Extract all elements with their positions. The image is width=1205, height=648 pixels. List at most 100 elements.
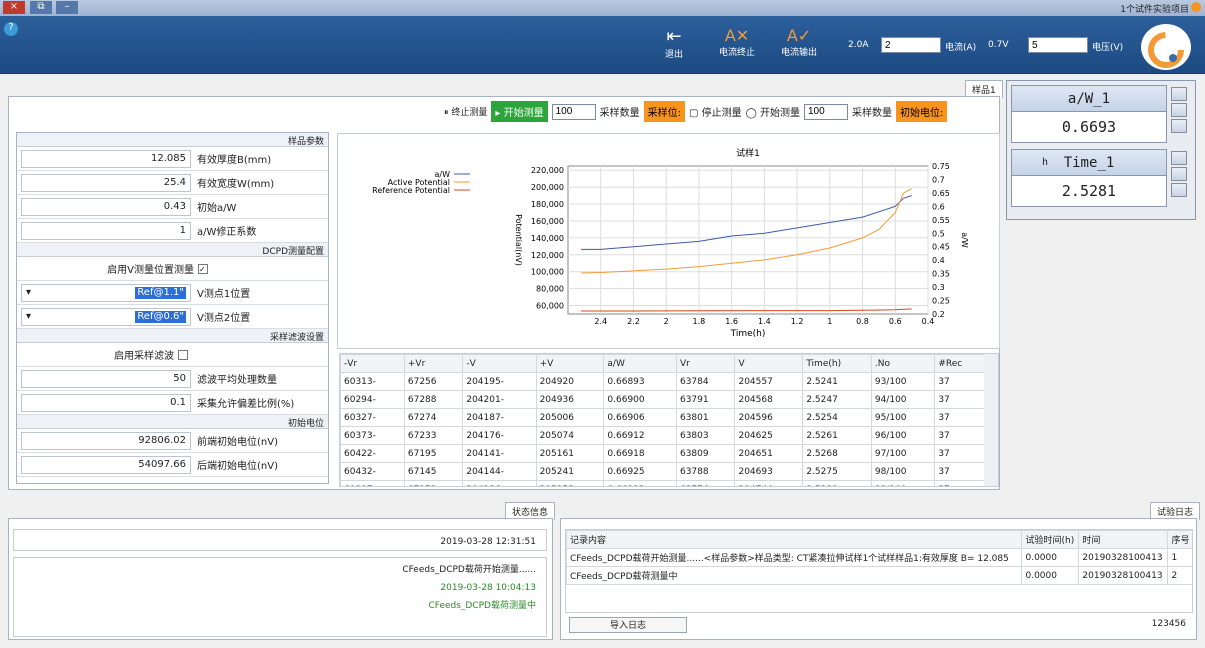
plot-area (567, 165, 929, 315)
avg-value[interactable]: 50 (21, 369, 191, 388)
exit-label: 退出 (664, 50, 683, 60)
y-tick-label: 120,000 (531, 251, 564, 260)
table-cell: 63774 (675, 480, 736, 486)
table-cell: 93/100 (870, 372, 936, 391)
log-column-header[interactable]: 记录内容 (566, 530, 1023, 549)
output-current-button[interactable]: A✓ 电流输出 (777, 26, 821, 58)
table-row[interactable]: 37 97/100 2.5268 204651 63809 0.66918 205161 -2… (340, 444, 986, 463)
log-column-header[interactable]: 试验时间(h) (1021, 530, 1080, 549)
column-header[interactable]: Time(h) (802, 354, 872, 373)
exit-icon: ⇤ (666, 26, 682, 47)
voltage-max: 0.7V (988, 40, 1009, 50)
table-cell: 63803 (675, 426, 736, 445)
table-row[interactable]: 37 95/100 2.5254 204596 63801 0.66906 205006 -2… (340, 408, 986, 427)
export-log-button[interactable]: 导入日志 (569, 617, 687, 633)
start-measure-button[interactable]: ▸ 开始测量 (491, 101, 548, 122)
column-header[interactable]: Vr (675, 354, 736, 373)
back-value[interactable]: 54097.66 (21, 455, 191, 474)
use-pos-checkbox[interactable]: ✓ (198, 263, 208, 274)
filter-checkbox[interactable] (178, 349, 188, 360)
count-input-2[interactable] (803, 103, 848, 120)
card-time-title: Time_1 h (1012, 150, 1166, 176)
status-log: CFeeds_DCPD载荷开始测量...... 2019-03-28 10:04… (13, 557, 547, 637)
y-tick-label: 220,000 (531, 166, 564, 175)
v2-value: Ref@0.6" (135, 310, 186, 323)
close-button[interactable]: × (3, 1, 25, 14)
stop-measure-button[interactable]: ⏸ 终止测量 (444, 105, 487, 118)
v1-select[interactable]: ▾ Ref@1.1" (21, 283, 191, 302)
y-tick-label: 60,000 (536, 302, 564, 311)
section-initpos: 初始电位 (17, 415, 328, 429)
column-header[interactable]: V+ (535, 354, 605, 373)
initial-pos-button[interactable]: 初始电位: (895, 101, 948, 122)
y-tick-label: 200,000 (531, 183, 564, 192)
table-row[interactable]: 3799/1002.5281204744637740.66932205253-2… (340, 480, 986, 486)
table-cell: 204596 (734, 408, 804, 427)
table-cell: 94/100 (870, 390, 936, 409)
menu-icon[interactable] (1171, 103, 1187, 117)
card-aw-tools (1171, 85, 1187, 135)
sample-pos-button[interactable]: 采样位: (643, 101, 685, 122)
params-panel: 样品参数 12.085 有效厚度B(mm) 25.4 有效宽度W(mm) 0.43 初… (16, 132, 329, 484)
column-header[interactable]: No. (870, 354, 936, 373)
voltage-label: 电压(V) (1092, 43, 1124, 53)
log-column-header[interactable]: 时间 (1078, 530, 1169, 549)
thickness-value[interactable]: 12.085 (21, 149, 191, 168)
log-column-header[interactable]: 序号 (1167, 530, 1192, 549)
y-right-tick-label: 0.5 (932, 229, 945, 238)
v2-select[interactable]: ▾ Ref@0.6" (21, 307, 191, 326)
width-value[interactable]: 25.4 (21, 173, 191, 192)
zoom-icon[interactable] (1171, 183, 1187, 197)
zoom-icon[interactable] (1171, 119, 1187, 133)
exit-button[interactable]: ⇤ 退出 (654, 26, 694, 60)
deviation-value[interactable]: 0.1 (21, 393, 191, 412)
help-icon[interactable]: ? (4, 22, 18, 36)
aw-factor-value[interactable]: 1 (21, 221, 191, 240)
table-row[interactable]: 37 94/100 2.5247 204568 63791 0.66900 204936 -2… (340, 390, 986, 409)
table-cell: 204568 (734, 390, 804, 409)
front-value[interactable]: 92806.02 (21, 431, 191, 450)
column-header[interactable]: V (734, 354, 804, 373)
table-row[interactable]: 37 96/100 2.5261 204625 63803 0.66912 205074 -2… (340, 426, 986, 445)
table-cell: 63809 (675, 444, 736, 463)
table-cell: -204201 (462, 390, 537, 409)
ribbon: ? ⇤ 退出 A✕ 电流终止 A✓ 电流输出 2.0A 电流(A) 0.7V 电… (0, 16, 1205, 74)
column-header[interactable]: Rec# (934, 354, 986, 373)
back-label: 后端初始电位(nV) (197, 461, 278, 472)
maximize-button[interactable]: ⧉ (30, 1, 52, 14)
settings-icon[interactable] (1171, 151, 1187, 165)
table-scrollbar[interactable] (984, 354, 998, 486)
table-cell: -60397 (340, 480, 405, 486)
log-row[interactable]: 2 20190328100413 0.0000 CFeeds_DCPD载荷测量中 (566, 566, 1192, 585)
status-line: CFeeds_DCPD载荷测量中 (428, 601, 536, 611)
log-row[interactable]: 1 20190328100413 0.0000 CFeeds_DCPD载荷开始测量..… (566, 548, 1192, 567)
table-cell: 96/100 (870, 426, 936, 445)
column-header[interactable]: a/W (603, 354, 677, 373)
table-cell: 63801 (675, 408, 736, 427)
count-input[interactable] (551, 103, 596, 120)
menu-icon[interactable] (1171, 167, 1187, 181)
start-measure2-button[interactable]: ◯ 开始测量 (746, 104, 800, 119)
a0w-value[interactable]: 0.43 (21, 197, 191, 216)
y-tick-label: 180,000 (531, 200, 564, 209)
table-cell: 37 (934, 480, 986, 486)
y-right-tick-label: 0.4 (932, 256, 945, 265)
table-cell: 2.5281 (802, 480, 872, 486)
column-header[interactable]: Vr- (340, 354, 405, 373)
section-acq: 采样滤波设置 (17, 329, 328, 343)
table-cell: 37 (934, 372, 986, 391)
x-tick-label: 2 (664, 317, 669, 326)
table-row[interactable]: 37 98/100 2.5275 204693 63788 0.66925 205241 -2… (340, 462, 986, 481)
minimize-button[interactable]: – (56, 1, 78, 14)
current-input[interactable] (881, 37, 941, 53)
aw-factor-label: a/W修正系数 (197, 227, 257, 238)
stop-current-button[interactable]: A✕ 电流终止 (715, 26, 759, 58)
stop-pos-button[interactable]: ▢ 停止测量 (689, 104, 742, 119)
table-row[interactable]: 37 93/100 2.5241 204557 63784 0.66893 204920 -2… (340, 372, 986, 391)
column-header[interactable]: V- (462, 354, 537, 373)
v2-row: ▾ Ref@0.6" V测点2位置 (17, 305, 328, 329)
back-row: 54097.66 后端初始电位(nV) (17, 453, 328, 477)
column-header[interactable]: Vr+ (403, 354, 464, 373)
voltage-input[interactable] (1028, 37, 1088, 53)
settings-icon[interactable] (1171, 87, 1187, 101)
